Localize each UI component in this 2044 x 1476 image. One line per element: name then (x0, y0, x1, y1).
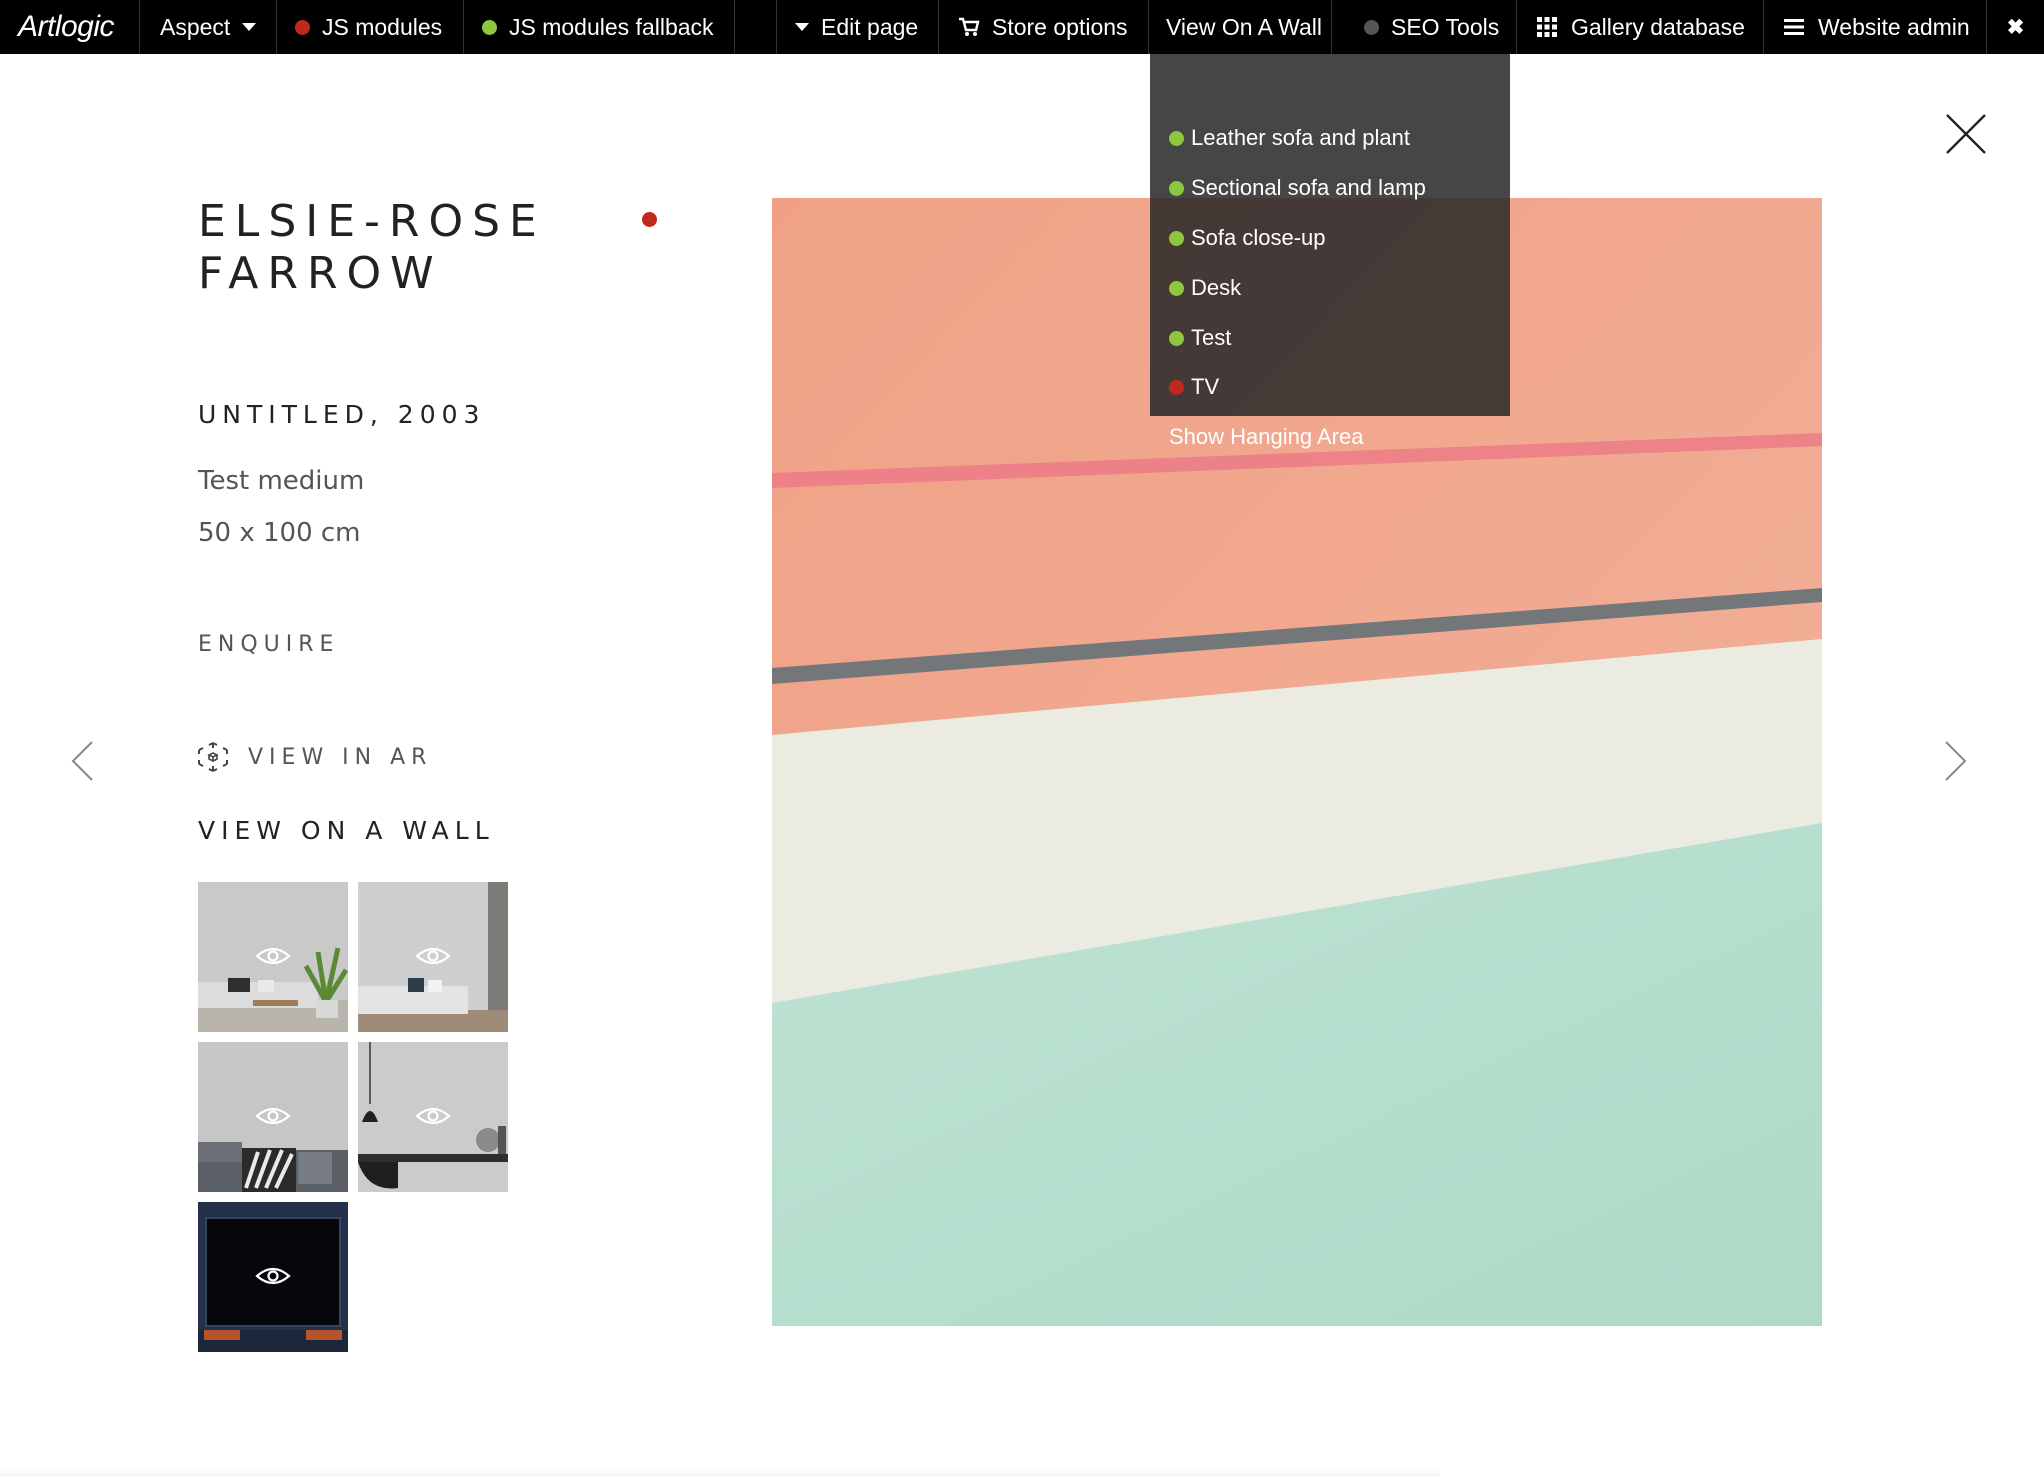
toolbar-spacer (735, 0, 777, 54)
artist-name-line1: ELSIE-ROSE (198, 196, 546, 247)
ar-cube-icon (198, 742, 228, 772)
status-dot (642, 212, 657, 227)
js-modules-fallback-item[interactable]: JS modules fallback (464, 0, 735, 54)
eye-icon (415, 1107, 451, 1125)
view-on-a-wall-label: View On A Wall (1166, 13, 1322, 40)
dropdown-item-label: Desk (1191, 275, 1242, 300)
artwork-medium: Test medium (198, 466, 365, 496)
js-modules-fallback-label: JS modules fallback (509, 13, 714, 40)
dropdown-item-label: Sofa close-up (1191, 225, 1326, 250)
dropdown-item-tv[interactable]: TV (1169, 372, 1219, 402)
gallery-database-label: Gallery database (1571, 13, 1745, 40)
artwork-dimensions: 50 x 100 cm (198, 518, 361, 548)
dropdown-item-test[interactable]: Test (1169, 323, 1231, 353)
wall-thumbnail-sofa-close-up[interactable] (198, 1042, 348, 1192)
js-modules-label: JS modules (322, 13, 443, 40)
status-dot-green (1169, 180, 1184, 196)
artlogic-logo[interactable]: Artlogic (0, 0, 140, 54)
hamburger-icon (1784, 19, 1804, 35)
view-on-a-wall-dropdown: Leather sofa and plant Sectional sofa an… (1150, 54, 1510, 449)
dropdown-item-sectional-sofa[interactable]: Sectional sofa and lamp (1169, 173, 1426, 203)
close-overlay-button[interactable] (1944, 112, 1988, 156)
edit-page-label: Edit page (821, 13, 919, 40)
wall-thumbnail-tv[interactable] (198, 1202, 348, 1352)
dropdown-item-desk[interactable]: Desk (1169, 273, 1241, 303)
store-options-menu[interactable]: Store options (939, 0, 1149, 54)
status-dot-green (1169, 130, 1184, 146)
close-icon: ✖ (2006, 15, 2025, 39)
status-dot-red (1169, 379, 1184, 395)
wall-thumbnail-sectional-sofa[interactable] (358, 882, 508, 1032)
wall-thumbnail-desk[interactable] (358, 1042, 508, 1192)
eye-icon (415, 947, 451, 965)
cart-icon (959, 17, 980, 36)
caret-down-icon (242, 23, 257, 31)
page-bottom-edge (0, 1468, 1440, 1476)
website-admin-label: Website admin (1818, 13, 1970, 40)
eye-icon (255, 1267, 291, 1285)
seo-tools-menu[interactable]: SEO Tools (1332, 0, 1517, 54)
dropdown-item-label: Sectional sofa and lamp (1191, 175, 1426, 200)
wall-thumbnail-leather-sofa[interactable] (198, 882, 348, 1032)
logo-text: Artlogic (18, 10, 115, 43)
chevron-right-icon (1945, 741, 1967, 781)
dropdown-item-sofa-close-up[interactable]: Sofa close-up (1169, 223, 1326, 253)
chevron-left-icon (71, 741, 93, 781)
next-artwork-button[interactable] (1944, 740, 1968, 787)
seo-tools-label: SEO Tools (1391, 13, 1500, 40)
admin-toolbar: Artlogic Aspect JS modules JS modules fa… (0, 0, 2044, 54)
caret-down-icon (795, 23, 809, 31)
close-toolbar-button[interactable]: ✖ (1987, 0, 2044, 54)
status-dot-red (295, 19, 310, 35)
dropdown-item-label: Leather sofa and plant (1191, 125, 1410, 150)
js-modules-item[interactable]: JS modules (277, 0, 464, 54)
artwork-title: UNTITLED, 2003 (198, 400, 486, 429)
aspect-label: Aspect (160, 13, 231, 40)
enquire-link[interactable]: ENQUIRE (198, 632, 339, 657)
dropdown-item-leather-sofa[interactable]: Leather sofa and plant (1169, 123, 1410, 153)
view-in-ar-button[interactable]: VIEW IN AR (196, 740, 432, 774)
eye-icon (255, 947, 291, 965)
dropdown-item-label: TV (1191, 374, 1220, 399)
view-on-a-wall-heading: VIEW ON A WALL (198, 816, 495, 845)
edit-page-menu[interactable]: Edit page (777, 0, 939, 54)
previous-artwork-button[interactable] (70, 740, 94, 787)
grid-icon (1537, 17, 1557, 37)
view-in-ar-label: VIEW IN AR (248, 744, 433, 770)
dropdown-item-show-hanging-area[interactable]: Show Hanging Area (1169, 422, 1363, 452)
view-on-a-wall-menu[interactable]: View On A Wall (1149, 0, 1332, 54)
status-dot-grey (1364, 19, 1379, 35)
status-dot-green (1169, 330, 1184, 346)
website-admin-menu[interactable]: Website admin (1764, 0, 1987, 54)
artist-name: ELSIE-ROSE FARROW (198, 196, 546, 300)
eye-icon (255, 1107, 291, 1125)
store-options-label: Store options (992, 13, 1128, 40)
gallery-database-menu[interactable]: Gallery database (1517, 0, 1764, 54)
status-dot-green (482, 19, 497, 35)
status-dot-green (1169, 230, 1184, 246)
status-dot-green (1169, 280, 1184, 296)
close-icon (1946, 114, 1986, 154)
aspect-menu[interactable]: Aspect (140, 0, 277, 54)
dropdown-item-label: Show Hanging Area (1169, 424, 1364, 449)
dropdown-item-label: Test (1191, 325, 1232, 350)
artist-name-line2: FARROW (198, 248, 443, 299)
